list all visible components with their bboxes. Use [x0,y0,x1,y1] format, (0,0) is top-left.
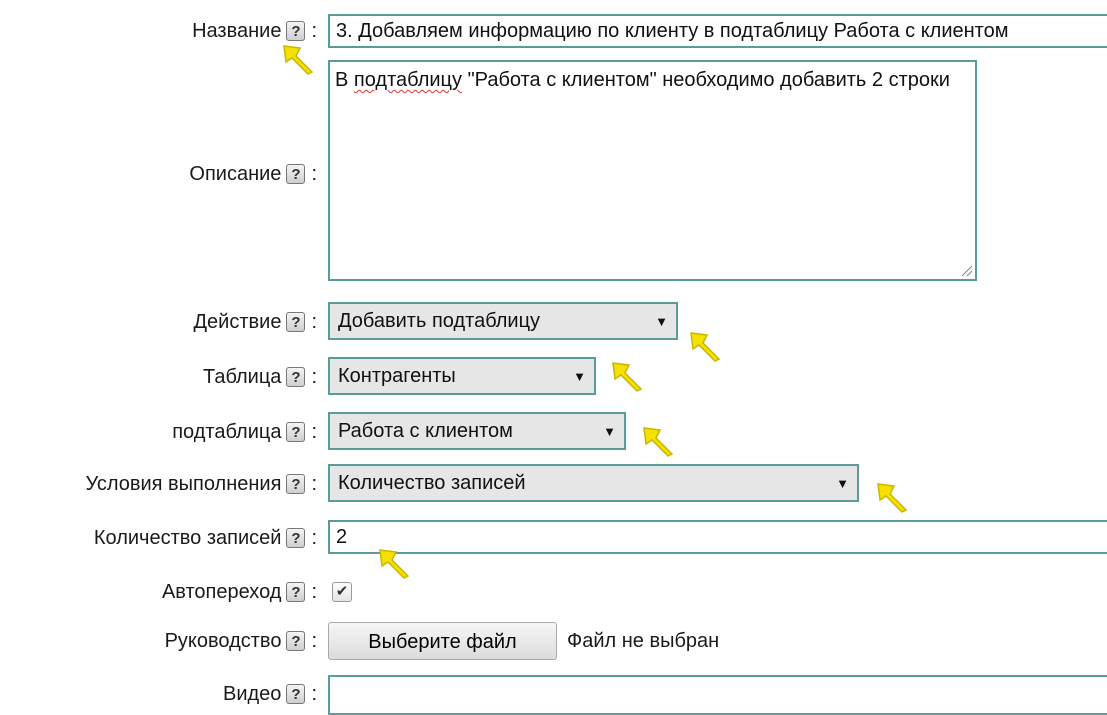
chevron-down-icon: ▼ [655,313,668,329]
subtable-selected-value: Работа с клиентом [338,419,513,442]
description-text-misspelled: подтаблицу [353,69,463,91]
label-text: Описание [189,162,282,185]
label-text: Автопереход [161,580,282,603]
label-text: Название [192,19,282,42]
colon: : [311,580,317,603]
action-select[interactable]: Добавить подтаблицу ▼ [328,302,678,340]
help-icon[interactable]: ? [286,684,306,704]
choose-file-button[interactable]: Выберите файл [328,622,557,660]
label-text: Таблица [203,365,282,388]
label-text: Действие [193,310,282,333]
table-select[interactable]: Контрагенты ▼ [328,357,596,395]
label-text: Количество записей [93,526,282,549]
annotation-arrow-icon [612,362,643,392]
help-icon[interactable]: ? [286,631,306,651]
label-text: подтаблица [172,420,282,443]
label-autotransition: Автопереход ?: [162,577,317,607]
file-status-text: Файл не выбран [567,630,720,652]
label-video: Видео ?: [223,679,317,709]
label-text: Условия выполнения [85,472,282,495]
autotransition-checkbox[interactable]: ✔ [332,582,352,602]
resize-grip-icon[interactable] [962,266,972,276]
records-count-input[interactable]: 2 [328,520,1107,554]
video-input[interactable] [328,675,1107,715]
label-records-count: Количество записей ?: [94,523,317,553]
colon: : [311,629,317,652]
description-text-start: В [335,69,354,91]
action-selected-value: Добавить подтаблицу [338,309,541,332]
help-icon[interactable]: ? [286,164,306,184]
annotation-arrow-icon [690,332,721,362]
name-input[interactable]: 3. Добавляем информацию по клиенту в под… [328,14,1107,48]
description-text-end: "Работа с клиентом" необходимо добавить … [462,69,950,91]
label-table: Таблица ?: [203,362,317,392]
colon: : [311,472,317,495]
annotation-arrow-icon [877,483,908,513]
conditions-selected-value: Количество записей [338,471,526,494]
annotation-arrow-icon [379,549,410,579]
chevron-down-icon: ▼ [603,423,616,439]
annotation-arrow-icon [643,427,674,457]
help-icon[interactable]: ? [286,367,306,387]
label-conditions: Условия выполнения ?: [85,469,317,499]
help-icon[interactable]: ? [286,582,306,602]
description-textarea[interactable]: В подтаблицу "Работа с клиентом" необход… [328,60,977,281]
subtable-select[interactable]: Работа с клиентом ▼ [328,412,626,450]
help-icon[interactable]: ? [286,474,306,494]
label-text: Руководство [164,629,282,652]
label-text: Видео [223,682,282,705]
chevron-down-icon: ▼ [836,475,849,491]
colon: : [311,365,317,388]
colon: : [311,682,317,705]
colon: : [311,526,317,549]
label-subtable: подтаблица ?: [172,417,317,447]
label-manual: Руководство ?: [165,626,317,656]
label-action: Действие ?: [194,307,317,337]
colon: : [311,420,317,443]
label-description: Описание ?: [189,159,317,189]
colon: : [311,162,317,185]
help-icon[interactable]: ? [286,422,306,442]
help-icon[interactable]: ? [286,312,306,332]
chevron-down-icon: ▼ [573,368,586,384]
colon: : [311,310,317,333]
help-icon[interactable]: ? [286,528,306,548]
table-selected-value: Контрагенты [338,364,456,387]
conditions-select[interactable]: Количество записей ▼ [328,464,859,502]
annotation-arrow-icon [283,45,314,75]
